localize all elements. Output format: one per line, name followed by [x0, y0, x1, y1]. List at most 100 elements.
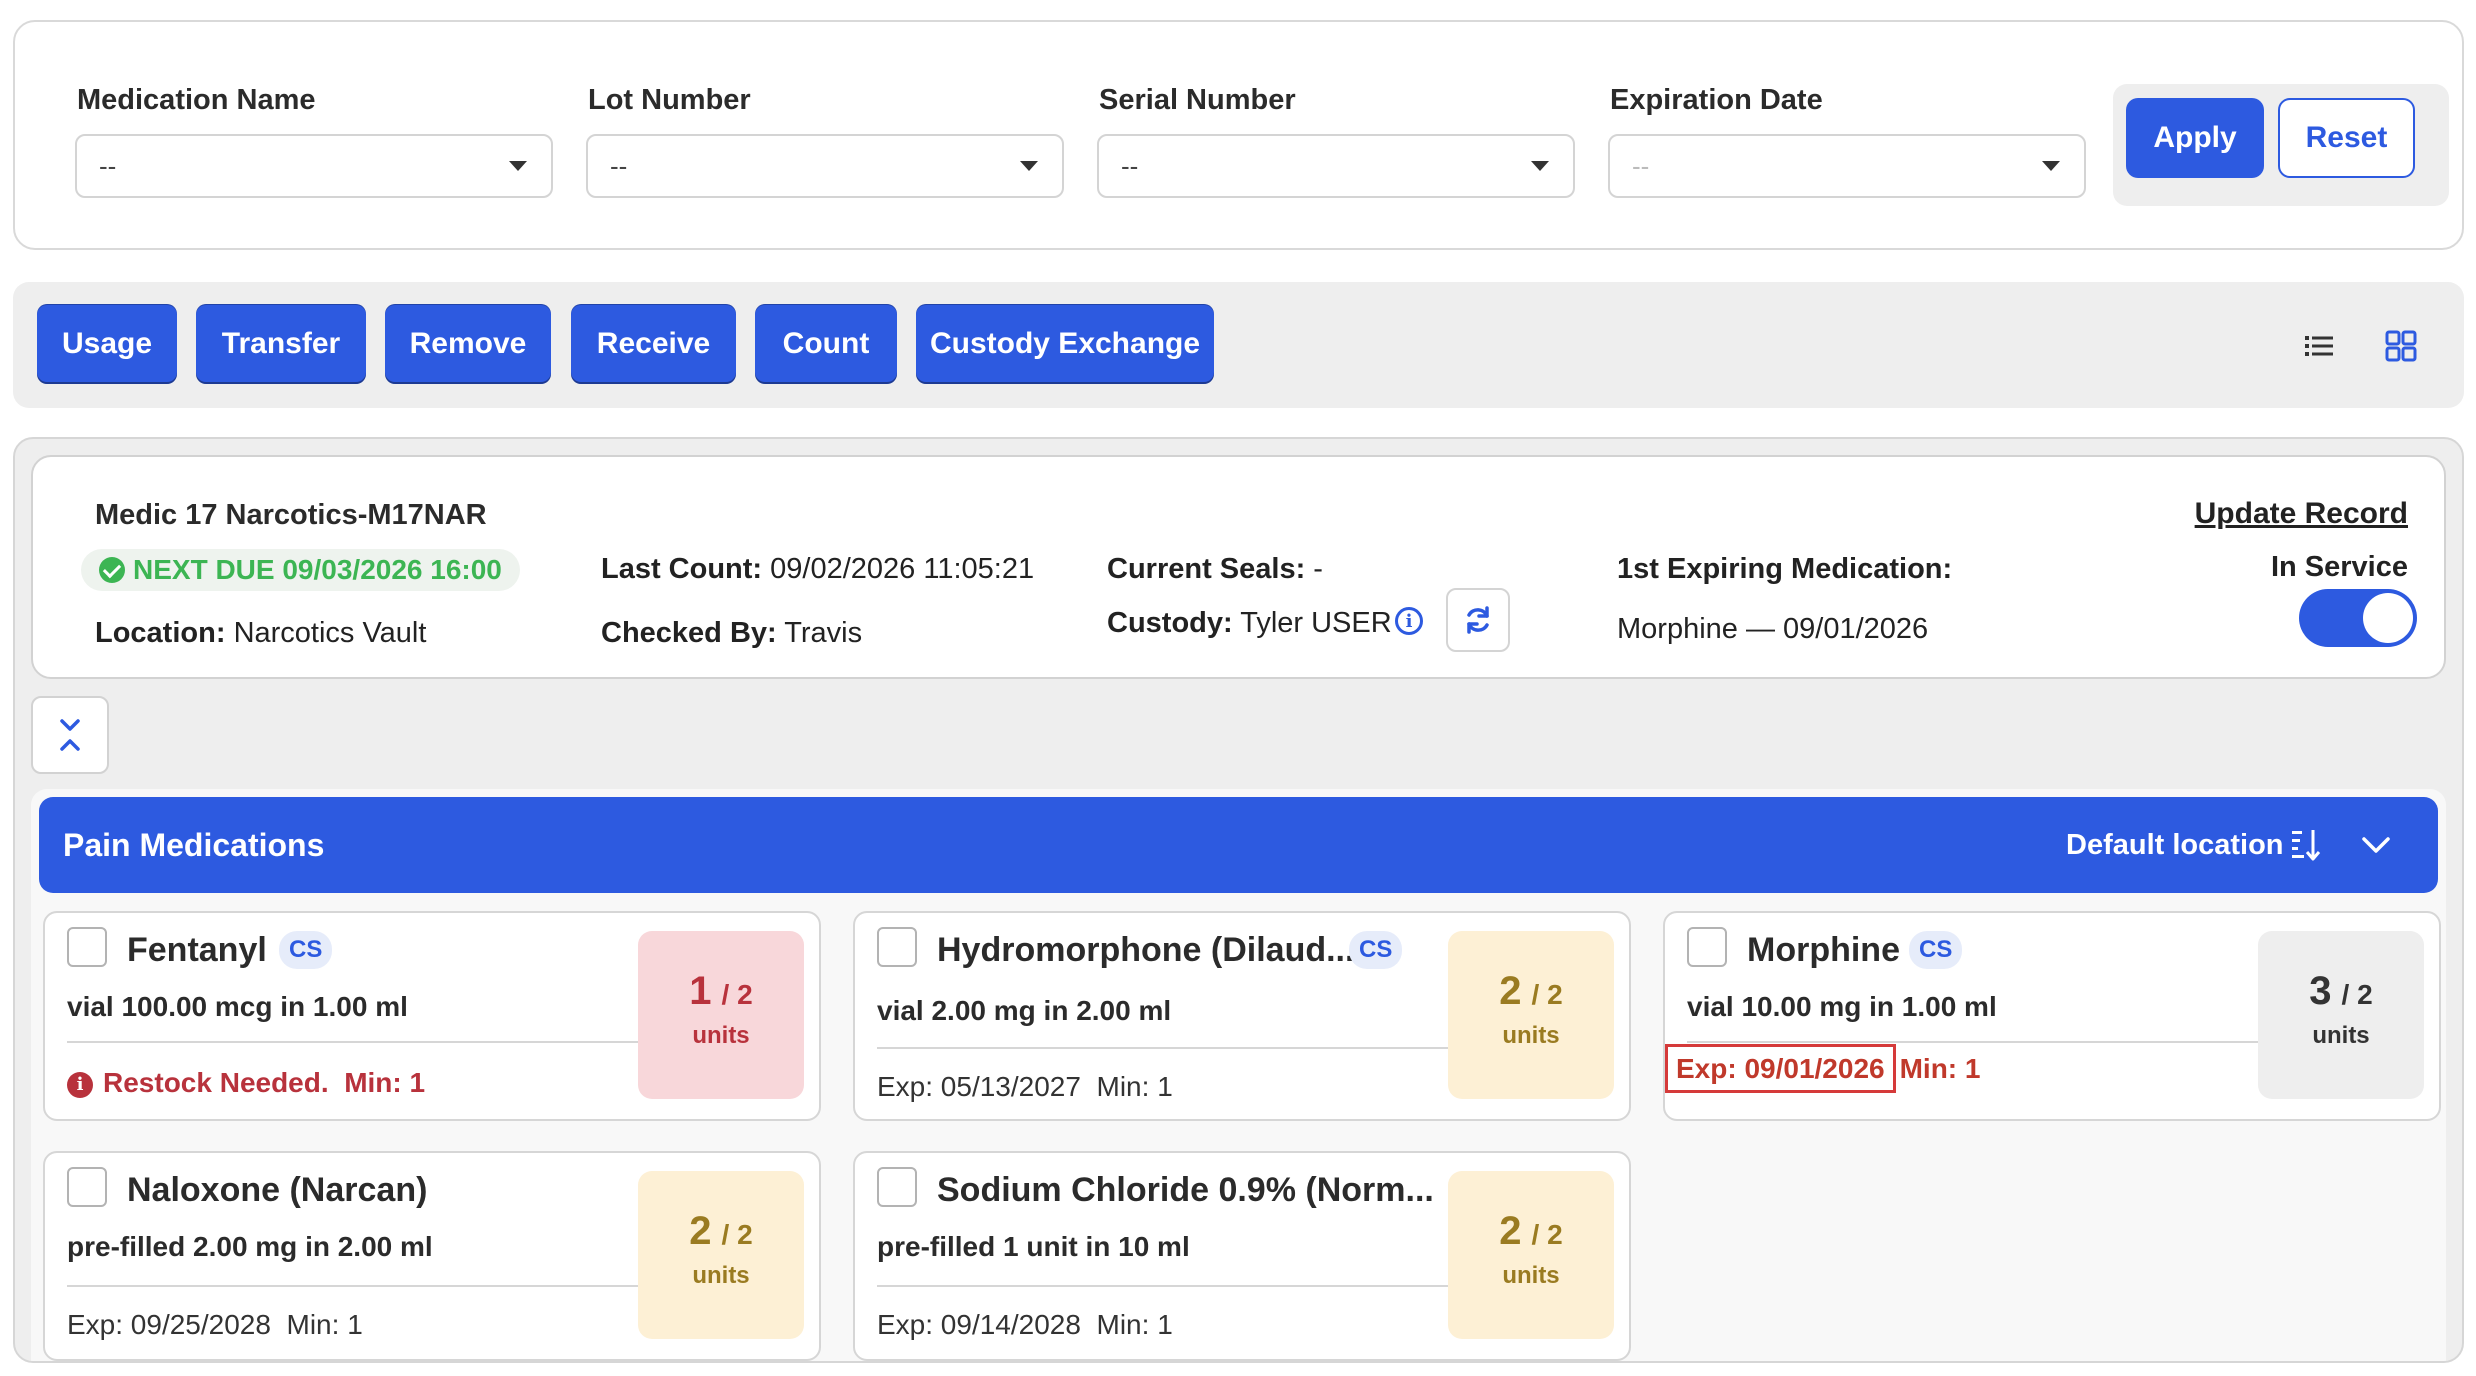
- expiry-info: Exp: 09/14/2028 Min: 1: [877, 1309, 1173, 1341]
- quantity-box: 1 / 2 units: [638, 931, 804, 1099]
- controlled-substance-badge: CS: [1909, 931, 1963, 969]
- chevron-down-icon: [509, 161, 527, 171]
- lot-number-select[interactable]: --: [586, 134, 1064, 198]
- divider: [67, 1285, 644, 1287]
- restock-alert: i Restock Needed. Min: 1: [67, 1067, 425, 1099]
- filter-label: Expiration Date: [1610, 84, 1823, 116]
- custody-label: Custody:: [1107, 607, 1233, 639]
- filter-label: Serial Number: [1099, 84, 1296, 116]
- checked-by-info: Checked By: Travis: [601, 617, 862, 650]
- medication-name: Sodium Chloride 0.9% (Norm...: [937, 1171, 1434, 1209]
- custody-info: Custody: Tyler USER: [1107, 607, 1392, 640]
- quantity-value: 3: [2309, 969, 2332, 1013]
- min-text: Min: 1: [286, 1309, 363, 1340]
- check-circle-icon: [99, 557, 125, 583]
- medication-card-fentanyl[interactable]: Fentanyl CS vial 100.00 mcg in 1.00 ml i…: [43, 911, 821, 1121]
- quantity-max: / 2: [1531, 1219, 1563, 1250]
- divider: [67, 1041, 644, 1043]
- select-value: --: [1632, 150, 1650, 181]
- reset-button[interactable]: Reset: [2278, 98, 2415, 178]
- refresh-custody-button[interactable]: [1446, 588, 1510, 652]
- divider: [1687, 1041, 2264, 1043]
- expiry-date: Exp: 09/14/2028: [877, 1309, 1081, 1340]
- current-seals-value: -: [1313, 553, 1323, 585]
- select-checkbox[interactable]: [1687, 927, 1727, 967]
- count-button[interactable]: Count: [755, 304, 897, 384]
- action-bar: Usage Transfer Remove Receive Count Cust…: [13, 282, 2464, 408]
- unit-title: Medic 17 Narcotics-M17NAR: [95, 499, 487, 531]
- update-record-link[interactable]: Update Record: [2195, 497, 2408, 531]
- quantity-box: 2 / 2 units: [1448, 1171, 1614, 1339]
- quantity-max: / 2: [721, 1219, 753, 1250]
- restock-text: Restock Needed.: [103, 1067, 329, 1098]
- collapse-chevrons-icon: [60, 719, 80, 751]
- apply-button[interactable]: Apply: [2126, 98, 2264, 178]
- grid-icon[interactable]: [2385, 330, 2417, 362]
- expiry-date-highlight: Exp: 09/01/2026: [1665, 1044, 1896, 1093]
- quantity-unit: units: [692, 1022, 750, 1049]
- sort-icon[interactable]: [2289, 827, 2323, 863]
- medication-name: Morphine: [1747, 931, 1900, 969]
- quantity-box: 2 / 2 units: [1448, 931, 1614, 1099]
- medication-name: Hydromorphone (Dilaud...: [937, 931, 1355, 969]
- quantity-unit: units: [692, 1262, 750, 1289]
- chevron-down-icon: [2042, 161, 2060, 171]
- select-checkbox[interactable]: [877, 927, 917, 967]
- medication-description: pre-filled 1 unit in 10 ml: [877, 1231, 1190, 1262]
- chevron-down-icon: [1020, 161, 1038, 171]
- chevron-down-icon: [1531, 161, 1549, 171]
- medication-description: pre-filled 2.00 mg in 2.00 ml: [67, 1231, 433, 1262]
- medication-name-select[interactable]: --: [75, 134, 553, 198]
- select-value: --: [610, 150, 628, 181]
- transfer-button[interactable]: Transfer: [196, 304, 366, 384]
- select-checkbox[interactable]: [67, 1167, 107, 1207]
- medication-card-sodium-chloride[interactable]: Sodium Chloride 0.9% (Norm... pre-filled…: [853, 1151, 1631, 1361]
- min-text: Min: 1: [1096, 1071, 1173, 1102]
- chevron-down-icon[interactable]: [2360, 831, 2392, 859]
- expiration-date-select[interactable]: --: [1608, 134, 2086, 198]
- filter-medication-name: Medication Name --: [75, 84, 553, 198]
- last-count-info: Last Count: 09/02/2026 11:05:21: [601, 553, 1034, 586]
- filter-label: Lot Number: [588, 84, 751, 116]
- receive-button[interactable]: Receive: [571, 304, 736, 384]
- select-checkbox[interactable]: [877, 1167, 917, 1207]
- medication-card-naloxone[interactable]: Naloxone (Narcan) pre-filled 2.00 mg in …: [43, 1151, 821, 1361]
- last-count-label: Last Count:: [601, 553, 763, 585]
- serial-number-select[interactable]: --: [1097, 134, 1575, 198]
- current-seals-info: Current Seals: -: [1107, 553, 1323, 586]
- select-checkbox[interactable]: [67, 927, 107, 967]
- expiry-date: Exp: 05/13/2027: [877, 1071, 1081, 1102]
- min-text: Min: 1: [1899, 1053, 1981, 1084]
- current-seals-label: Current Seals:: [1107, 553, 1306, 585]
- remove-button[interactable]: Remove: [385, 304, 551, 384]
- filter-panel: Medication Name -- Lot Number -- Serial …: [13, 20, 2464, 250]
- filter-label: Medication Name: [77, 84, 316, 116]
- filter-lot-number: Lot Number --: [586, 84, 1064, 198]
- medication-name: Fentanyl: [127, 931, 267, 969]
- unit-header-card: Medic 17 Narcotics-M17NAR NEXT DUE 09/03…: [31, 455, 2446, 679]
- medication-card-hydromorphone[interactable]: Hydromorphone (Dilaud... CS vial 2.00 mg…: [853, 911, 1631, 1121]
- list-icon[interactable]: [2303, 330, 2335, 362]
- controlled-substance-badge: CS: [279, 931, 333, 969]
- section-header[interactable]: Pain Medications Default location: [39, 797, 2438, 893]
- next-due-badge: NEXT DUE 09/03/2026 16:00: [81, 549, 520, 591]
- quantity-max: / 2: [721, 979, 753, 1010]
- expiry-info: Exp: 09/25/2028 Min: 1: [67, 1309, 363, 1341]
- location-info: Location: Narcotics Vault: [95, 617, 426, 650]
- custody-exchange-button[interactable]: Custody Exchange: [916, 304, 1214, 384]
- unit-container: Medic 17 Narcotics-M17NAR NEXT DUE 09/03…: [13, 437, 2464, 1363]
- usage-button[interactable]: Usage: [37, 304, 177, 384]
- in-service-label: In Service: [2270, 551, 2408, 583]
- in-service-toggle[interactable]: [2299, 589, 2417, 647]
- quantity-max: / 2: [1531, 979, 1563, 1010]
- default-location-label[interactable]: Default location: [2066, 829, 2284, 862]
- next-due-text: NEXT DUE 09/03/2026 16:00: [133, 554, 502, 585]
- medication-card-morphine[interactable]: Morphine CS vial 10.00 mg in 1.00 ml Exp…: [1663, 911, 2441, 1121]
- pain-medications-section: Pain Medications Default location Fentan…: [31, 789, 2446, 1361]
- info-icon[interactable]: i: [1395, 607, 1423, 635]
- quantity-value: 2: [1499, 1209, 1522, 1253]
- collapse-all-button[interactable]: [31, 696, 109, 774]
- section-title: Pain Medications: [63, 827, 325, 863]
- quantity-value: 1: [689, 969, 712, 1013]
- controlled-substance-badge: CS: [1349, 931, 1403, 969]
